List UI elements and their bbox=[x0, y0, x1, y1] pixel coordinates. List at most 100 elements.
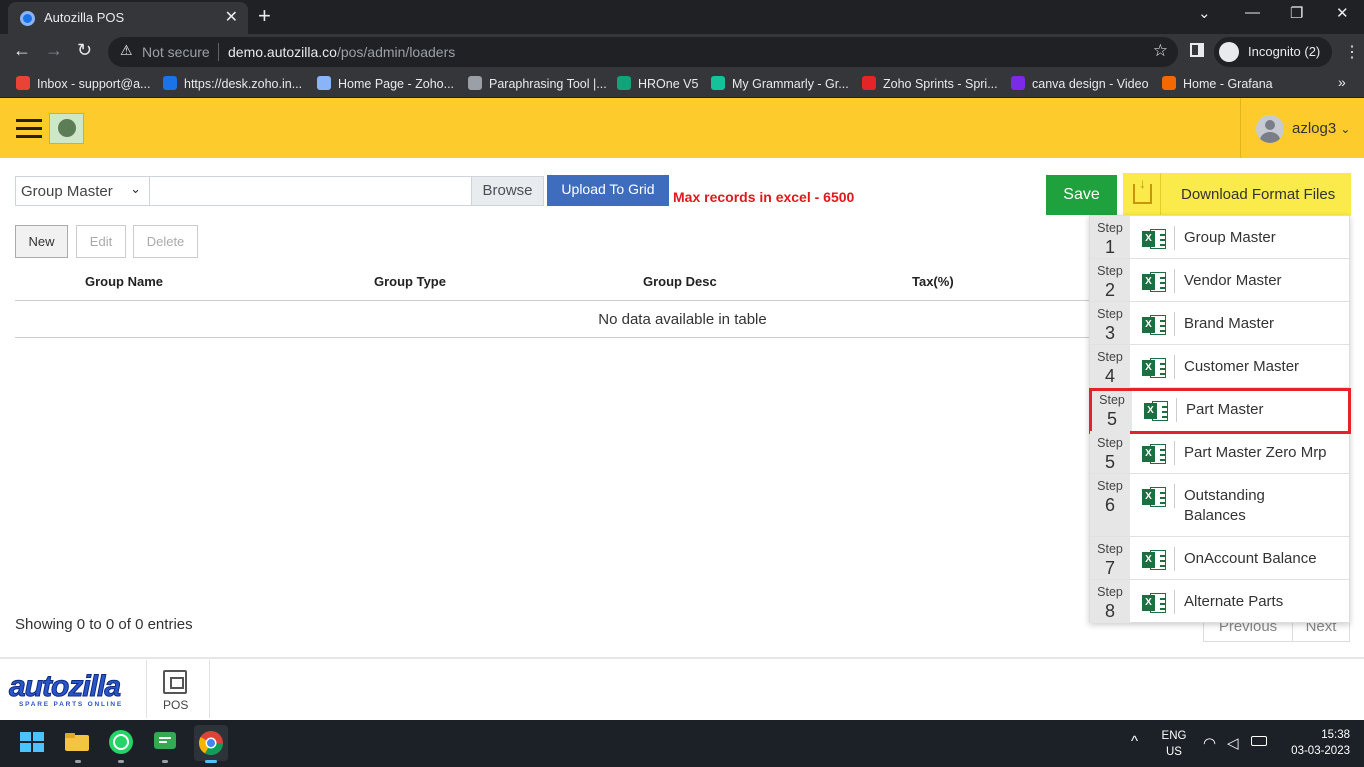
reload-icon[interactable]: ↻ bbox=[77, 40, 92, 61]
column-header-group-desc[interactable]: Group Desc bbox=[643, 274, 717, 289]
new-tab-button[interactable]: + bbox=[258, 3, 271, 29]
grammarly-icon bbox=[711, 76, 725, 90]
side-panel-icon[interactable] bbox=[1190, 43, 1204, 57]
bookmark-item[interactable]: HROne V5 bbox=[617, 76, 698, 91]
user-avatar-icon[interactable] bbox=[1256, 115, 1284, 143]
delete-button[interactable]: Delete bbox=[133, 225, 198, 258]
bookmark-item[interactable]: Home Page - Zoho... bbox=[317, 76, 454, 91]
forward-arrow-icon[interactable]: → bbox=[45, 40, 63, 61]
autozilla-logo[interactable]: autozilla SPARE PARTS ONLINE bbox=[8, 671, 135, 710]
save-button[interactable]: Save bbox=[1046, 175, 1117, 215]
bookmark-item[interactable]: My Grammarly - Gr... bbox=[711, 76, 849, 91]
step-number: 1 bbox=[1104, 237, 1115, 257]
step-word: Step bbox=[1097, 307, 1123, 321]
more-menu-icon[interactable]: ⋮ bbox=[1344, 42, 1360, 62]
user-menu[interactable]: azlog3 ⌄ bbox=[1292, 120, 1350, 137]
bookmark-item[interactable]: Zoho Sprints - Spri... bbox=[862, 76, 998, 91]
menu-item-onaccount-balance[interactable]: Step 7 X OnAccount Balance bbox=[1090, 537, 1349, 580]
back-arrow-icon[interactable]: ← bbox=[13, 40, 31, 61]
step-cell: Step 6 bbox=[1090, 474, 1130, 536]
minimize-button[interactable]: — bbox=[1245, 4, 1260, 21]
step-cell: Step 3 bbox=[1090, 302, 1130, 344]
menu-item-group-master[interactable]: Step 1 X Group Master bbox=[1090, 216, 1349, 259]
bookmark-label: canva design - Video bbox=[1032, 77, 1149, 91]
clock-date[interactable]: 03-03-2023 bbox=[1280, 745, 1350, 757]
bookmark-label: Zoho Sprints - Spri... bbox=[883, 77, 998, 91]
chevron-up-icon[interactable]: ^ bbox=[1131, 733, 1138, 750]
address-bar[interactable]: ⚠ Not secure demo.autozilla.co/pos/admin… bbox=[108, 37, 1178, 67]
bookmark-item[interactable]: Home - Grafana bbox=[1162, 76, 1273, 91]
master-type-select[interactable]: Group Master ⌄ bbox=[15, 176, 150, 206]
menu-item-alternate-parts[interactable]: Step 8 X Alternate Parts bbox=[1090, 580, 1349, 623]
new-button[interactable]: New bbox=[15, 225, 68, 258]
zoho-sprints-icon bbox=[862, 76, 876, 90]
incognito-indicator[interactable]: Incognito (2) bbox=[1214, 37, 1333, 67]
wifi-icon[interactable]: ◠ bbox=[1203, 734, 1216, 752]
step-word: Step bbox=[1097, 542, 1123, 556]
bookmark-item[interactable]: https://desk.zoho.in... bbox=[163, 76, 302, 91]
chrome-icon[interactable] bbox=[194, 725, 228, 761]
file-explorer-icon[interactable] bbox=[63, 728, 93, 758]
pos-label[interactable]: POS bbox=[163, 698, 188, 712]
battery-icon[interactable] bbox=[1251, 736, 1267, 746]
menu-item-label: Part Master Zero Mrp bbox=[1184, 444, 1327, 461]
edit-button[interactable]: Edit bbox=[76, 225, 126, 258]
step-number: 7 bbox=[1104, 558, 1115, 578]
bookmark-star-icon[interactable]: ☆ bbox=[1153, 41, 1168, 61]
menu-item-label: Brand Master bbox=[1184, 315, 1275, 332]
bookmark-item[interactable]: Paraphrasing Tool |... bbox=[468, 76, 607, 91]
tab-close-icon[interactable]: ✕ bbox=[225, 7, 238, 27]
running-indicator bbox=[162, 760, 168, 763]
menu-item-customer-master[interactable]: Step 4 X Customer Master bbox=[1090, 345, 1349, 388]
menu-item-divider bbox=[1174, 226, 1175, 250]
column-header-group-type[interactable]: Group Type bbox=[374, 274, 446, 289]
warning-icon[interactable]: ⚠ bbox=[120, 42, 133, 59]
url-path: /pos/admin/loaders bbox=[336, 44, 456, 60]
menu-item-divider bbox=[1174, 547, 1175, 571]
pos-terminal-icon[interactable] bbox=[163, 670, 187, 694]
menu-item-label: Group Master bbox=[1184, 229, 1276, 246]
menu-item-part-master-zero-mrp[interactable]: Step 5 X Part Master Zero Mrp bbox=[1090, 431, 1349, 474]
column-header-tax[interactable]: Tax(%) bbox=[912, 274, 954, 289]
table-info: Showing 0 to 0 of 0 entries bbox=[15, 616, 193, 633]
bookmark-item[interactable]: canva design - Video bbox=[1011, 76, 1149, 91]
excel-icon: X bbox=[1144, 400, 1168, 422]
hamburger-menu-icon[interactable] bbox=[16, 119, 42, 139]
language-code[interactable]: ENG bbox=[1160, 730, 1188, 742]
download-format-files-button[interactable]: ↓ Download Format Files bbox=[1123, 173, 1351, 216]
menu-item-vendor-master[interactable]: Step 2 X Vendor Master bbox=[1090, 259, 1349, 302]
language-region[interactable]: US bbox=[1160, 746, 1188, 758]
bookmarks-overflow-icon[interactable]: » bbox=[1338, 74, 1346, 90]
menu-item-divider bbox=[1174, 312, 1175, 336]
step-number: 5 bbox=[1104, 452, 1115, 472]
column-header-group-name[interactable]: Group Name bbox=[85, 274, 163, 289]
upload-to-grid-button[interactable]: Upload To Grid bbox=[547, 175, 669, 206]
clock-time[interactable]: 15:38 bbox=[1280, 729, 1350, 741]
step-number: 4 bbox=[1104, 366, 1115, 386]
file-path-input[interactable] bbox=[150, 176, 472, 206]
menu-item-part-master[interactable]: Step 5 X Part Master bbox=[1089, 388, 1351, 434]
tab-search-icon[interactable]: ⌄ bbox=[1198, 4, 1211, 22]
menu-item-divider bbox=[1174, 355, 1175, 379]
menu-item-label: Customer Master bbox=[1184, 358, 1300, 375]
username-label: azlog3 bbox=[1292, 120, 1337, 137]
menu-item-divider bbox=[1174, 590, 1175, 614]
url-text[interactable]: demo.autozilla.co/pos/admin/loaders bbox=[228, 44, 455, 60]
restore-button[interactable]: ❐ bbox=[1290, 4, 1303, 22]
whatsapp-icon[interactable] bbox=[107, 728, 137, 758]
speaker-icon[interactable]: ◁ bbox=[1227, 734, 1239, 752]
step-number: 8 bbox=[1104, 601, 1115, 621]
bookmarks-bar: Inbox - support@a... https://desk.zoho.i… bbox=[0, 70, 1364, 98]
security-label[interactable]: Not secure bbox=[142, 44, 210, 60]
browser-tab[interactable]: Autozilla POS ✕ bbox=[8, 2, 248, 34]
url-host: demo.autozilla.co bbox=[228, 44, 337, 60]
menu-item-label: Alternate Parts bbox=[1184, 593, 1284, 610]
google-chat-icon[interactable] bbox=[151, 728, 181, 758]
menu-item-outstanding-balances[interactable]: Step 6 X Outstanding Balances bbox=[1090, 474, 1349, 537]
bookmark-item[interactable]: Inbox - support@a... bbox=[16, 76, 150, 91]
browse-button[interactable]: Browse bbox=[471, 176, 544, 206]
menu-item-brand-master[interactable]: Step 3 X Brand Master bbox=[1090, 302, 1349, 345]
step-cell: Step 8 bbox=[1090, 580, 1130, 623]
windows-start-icon[interactable] bbox=[19, 728, 49, 758]
close-window-button[interactable]: ✕ bbox=[1336, 4, 1349, 22]
